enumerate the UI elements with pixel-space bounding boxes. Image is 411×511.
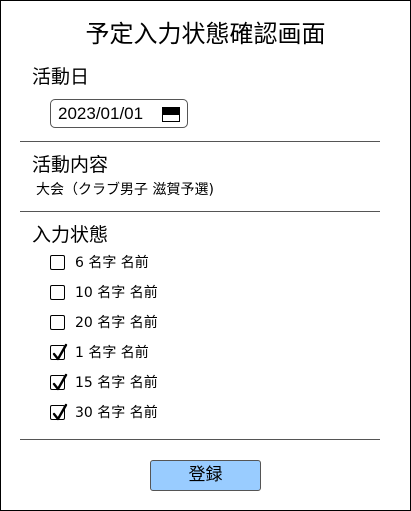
divider	[20, 141, 380, 142]
member-label: 1 名字 名前	[75, 345, 149, 361]
member-checkbox[interactable]	[50, 255, 65, 270]
member-checkbox[interactable]	[50, 403, 68, 421]
member-label: 20 名字 名前	[75, 315, 158, 331]
activity-content-label: 活動内容	[32, 154, 109, 176]
divider	[20, 211, 380, 212]
activity-date-label: 活動日	[32, 66, 90, 88]
member-checkbox[interactable]	[50, 343, 68, 361]
member-label: 10 名字 名前	[75, 285, 158, 301]
member-checkbox[interactable]	[50, 315, 65, 330]
activity-date-input[interactable]: 2023/01/01	[50, 99, 188, 128]
activity-content-value: 大会（クラブ男子 滋賀予選)	[36, 182, 214, 198]
checkmark-icon	[52, 343, 68, 361]
member-label: 15 名字 名前	[75, 375, 158, 391]
calendar-icon[interactable]	[162, 107, 180, 122]
activity-date-value: 2023/01/01	[58, 104, 144, 123]
register-button[interactable]: 登録	[150, 460, 261, 491]
input-status-label: 入力状態	[32, 224, 109, 246]
member-label: 30 名字 名前	[75, 405, 158, 421]
member-label: 6 名字 名前	[75, 255, 149, 271]
divider	[20, 439, 380, 440]
page-title: 予定入力状態確認画面	[85, 20, 326, 48]
member-checkbox[interactable]	[50, 373, 68, 391]
checkmark-icon	[52, 403, 68, 421]
checkmark-icon	[52, 373, 68, 391]
member-checkbox[interactable]	[50, 285, 65, 300]
